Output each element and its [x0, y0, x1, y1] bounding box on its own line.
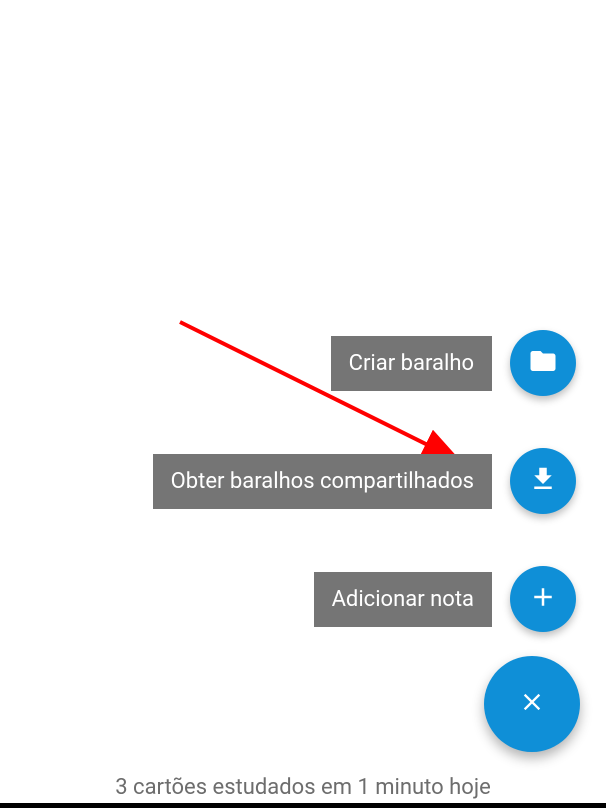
fab-label-text: Obter baralhos compartilhados: [171, 469, 474, 494]
bottom-bar: [0, 803, 606, 808]
fab-action-get-shared: Obter baralhos compartilhados: [153, 448, 576, 514]
download-icon: [528, 464, 558, 498]
close-icon: [518, 688, 546, 720]
fab-label-get-shared: Obter baralhos compartilhados: [153, 454, 492, 509]
fab-label-text: Criar baralho: [349, 351, 474, 376]
folder-icon: [528, 346, 558, 380]
fab-action-add-note: Adicionar nota: [314, 566, 576, 632]
plus-icon: [528, 582, 558, 616]
get-shared-decks-button[interactable]: [510, 448, 576, 514]
fab-label-create-deck: Criar baralho: [331, 336, 492, 391]
fab-label-add-note: Adicionar nota: [314, 572, 492, 627]
add-note-button[interactable]: [510, 566, 576, 632]
close-fab-button[interactable]: [484, 656, 580, 752]
fab-label-text: Adicionar nota: [332, 587, 474, 612]
create-deck-button[interactable]: [510, 330, 576, 396]
study-status-text: 3 cartões estudados em 1 minuto hoje: [0, 775, 606, 800]
fab-action-create-deck: Criar baralho: [331, 330, 576, 396]
